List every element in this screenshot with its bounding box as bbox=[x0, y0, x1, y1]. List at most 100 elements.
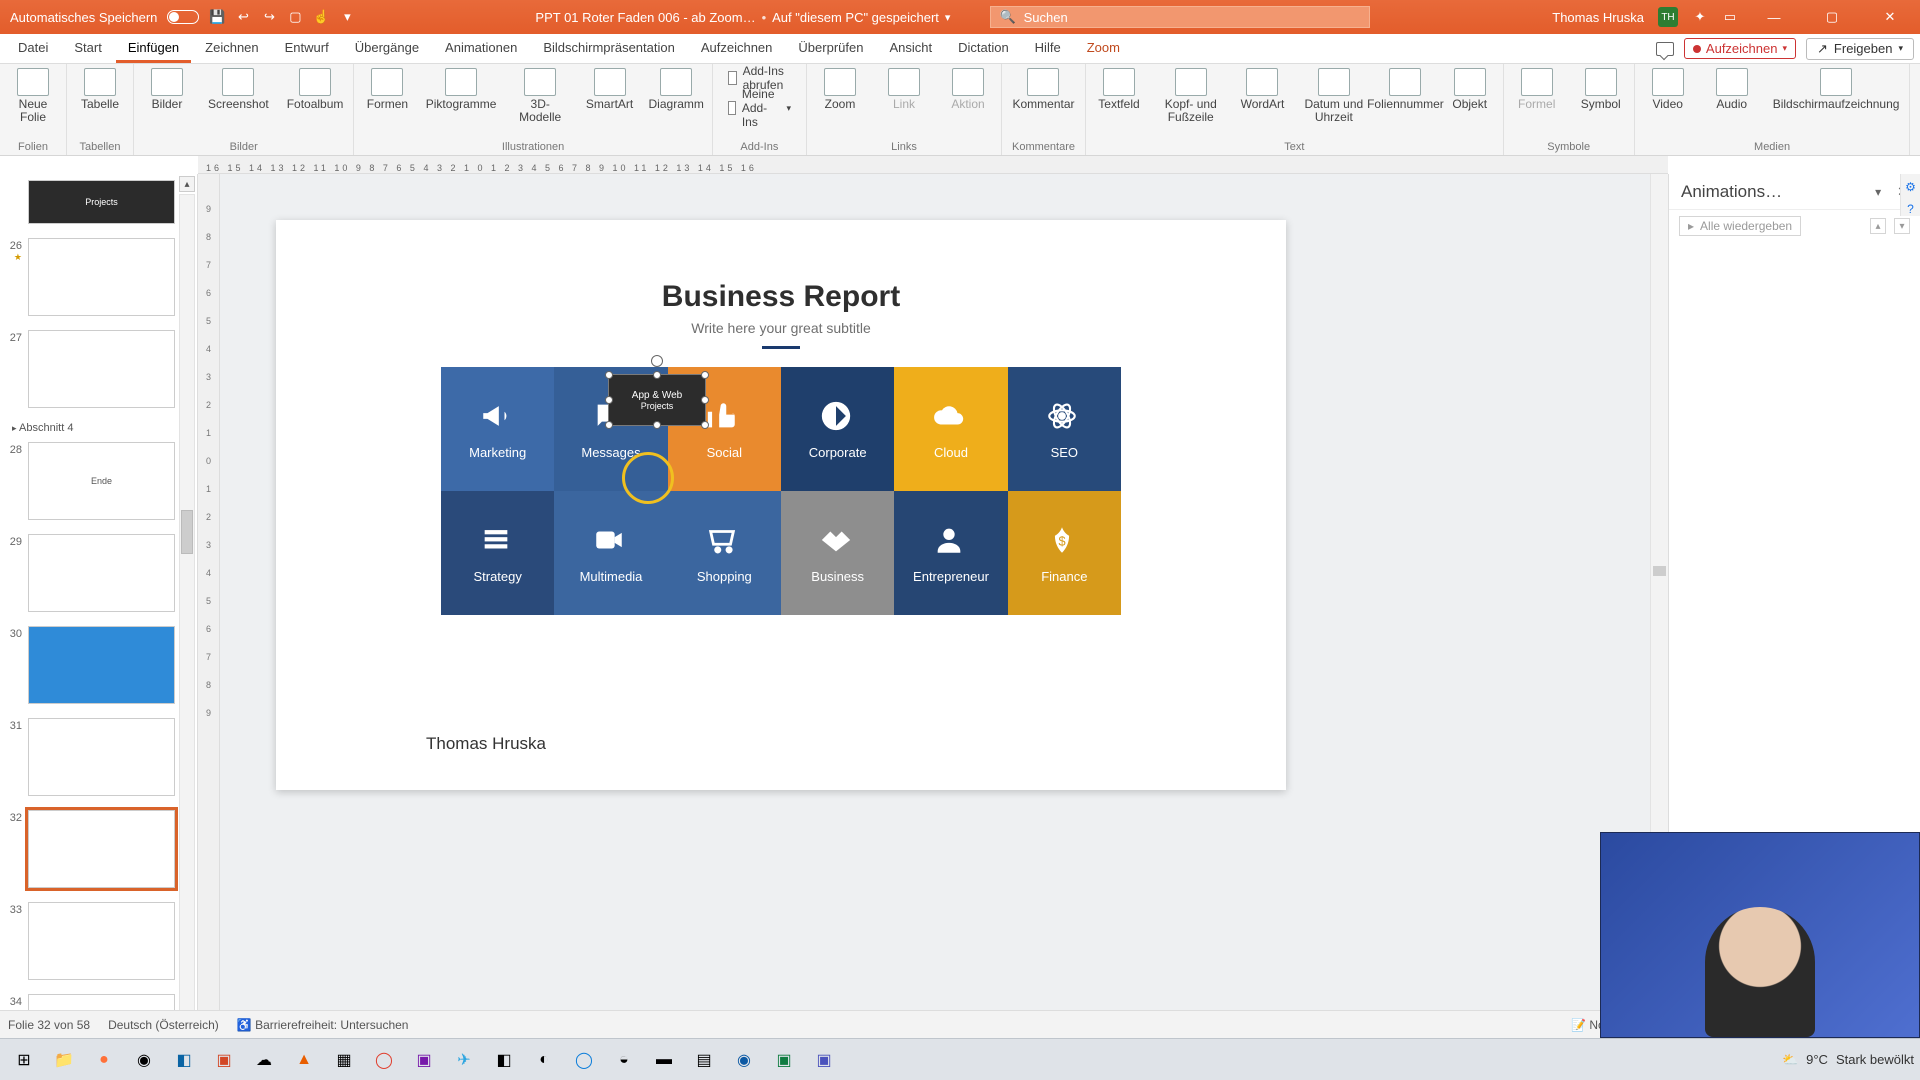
tile[interactable]: SEO bbox=[1008, 367, 1121, 491]
slide-thumbnail[interactable]: Ende bbox=[28, 442, 175, 520]
ribbon-item[interactable]: Kommentar bbox=[1012, 68, 1074, 111]
record-button[interactable]: Aufzeichnen▾ bbox=[1684, 38, 1796, 59]
maximize-button[interactable]: ▢ bbox=[1810, 0, 1854, 34]
weather-text[interactable]: Stark bewölkt bbox=[1836, 1052, 1914, 1067]
task-vlc-icon[interactable]: ▲ bbox=[286, 1044, 322, 1076]
slide-thumbnail[interactable]: Projects bbox=[28, 180, 175, 224]
tab-zeichnen[interactable]: Zeichnen bbox=[193, 35, 270, 63]
slide-thumbnail[interactable] bbox=[28, 626, 175, 704]
slide-thumbnail[interactable] bbox=[28, 534, 175, 612]
comments-icon[interactable] bbox=[1656, 42, 1674, 56]
slide-title[interactable]: Business Report bbox=[276, 280, 1286, 314]
task-onenote-icon[interactable]: ▣ bbox=[406, 1044, 442, 1076]
redo-icon[interactable]: ↪ bbox=[261, 9, 277, 25]
section-header[interactable]: Abschnitt 4 bbox=[12, 422, 175, 434]
tile[interactable]: $Finance bbox=[1008, 491, 1121, 615]
tile[interactable]: Strategy bbox=[441, 491, 554, 615]
ribbon-item[interactable]: Kopf- und Fußzeile bbox=[1160, 68, 1222, 124]
status-language[interactable]: Deutsch (Österreich) bbox=[108, 1018, 219, 1032]
user-name[interactable]: Thomas Hruska bbox=[1552, 10, 1644, 25]
ribbon-item[interactable]: Bilder bbox=[144, 68, 190, 111]
slide-canvas[interactable]: Business Report Write here your great su… bbox=[220, 174, 1668, 1046]
task-app8-icon[interactable]: ▤ bbox=[686, 1044, 722, 1076]
tab-dictation[interactable]: Dictation bbox=[946, 35, 1021, 63]
task-chrome-icon[interactable]: ◉ bbox=[126, 1044, 162, 1076]
status-slide-count[interactable]: Folie 32 von 58 bbox=[8, 1018, 90, 1032]
ribbon-item[interactable]: Screenshot bbox=[208, 68, 269, 111]
ribbon-item[interactable]: Objekt bbox=[1447, 68, 1493, 111]
rotate-handle-icon[interactable] bbox=[651, 355, 663, 367]
resize-handle-nw[interactable] bbox=[605, 371, 613, 379]
document-title[interactable]: PPT 01 Roter Faden 006 - ab Zoom… bbox=[535, 10, 755, 25]
ribbon-item[interactable]: Textfeld bbox=[1096, 68, 1142, 111]
tile[interactable]: Corporate bbox=[781, 367, 894, 491]
task-obs-icon[interactable]: ◐ bbox=[526, 1044, 562, 1076]
task-outlook-icon[interactable]: ◧ bbox=[166, 1044, 202, 1076]
tab-zoom[interactable]: Zoom bbox=[1075, 35, 1132, 63]
tab-einfuegen[interactable]: Einfügen bbox=[116, 35, 191, 63]
resize-handle-w[interactable] bbox=[605, 396, 613, 404]
resize-handle-ne[interactable] bbox=[701, 371, 709, 379]
tab-entwurf[interactable]: Entwurf bbox=[273, 35, 341, 63]
coming-soon-icon[interactable]: ✦ bbox=[1692, 9, 1708, 25]
tab-start[interactable]: Start bbox=[62, 35, 113, 63]
task-app3-icon[interactable]: ◯ bbox=[366, 1044, 402, 1076]
tab-ansicht[interactable]: Ansicht bbox=[877, 35, 944, 63]
play-all-button[interactable]: ▸Alle wiedergeben bbox=[1679, 216, 1801, 236]
tile[interactable]: Cloud bbox=[894, 367, 1007, 491]
task-app6-icon[interactable]: ◒ bbox=[606, 1044, 642, 1076]
ribbon-item[interactable]: Diagramm bbox=[651, 68, 702, 111]
task-app4-icon[interactable]: ◧ bbox=[486, 1044, 522, 1076]
move-down-button[interactable]: ▾ bbox=[1894, 218, 1910, 234]
slide-author[interactable]: Thomas Hruska bbox=[426, 734, 546, 754]
close-button[interactable]: ✕ bbox=[1868, 0, 1912, 34]
tab-datei[interactable]: Datei bbox=[6, 35, 60, 63]
tile[interactable]: Shopping bbox=[668, 491, 781, 615]
weather-icon[interactable]: ⛅ bbox=[1782, 1052, 1798, 1068]
tab-animationen[interactable]: Animationen bbox=[433, 35, 529, 63]
canvas-scroll-handle[interactable] bbox=[1653, 566, 1666, 576]
task-firefox-icon[interactable]: ● bbox=[86, 1044, 122, 1076]
selected-object[interactable]: App & Web Projects bbox=[608, 374, 706, 426]
slide-thumbnail[interactable] bbox=[28, 330, 175, 408]
search-box[interactable]: 🔍 Suchen bbox=[990, 6, 1370, 28]
tile[interactable]: Marketing bbox=[441, 367, 554, 491]
slide-thumbnail[interactable] bbox=[28, 810, 175, 888]
task-edge-icon[interactable]: ◉ bbox=[726, 1044, 762, 1076]
ribbon-item[interactable]: WordArt bbox=[1239, 68, 1285, 111]
pane-chevron-icon[interactable]: ▾ bbox=[1875, 185, 1881, 199]
ribbon-item[interactable]: Formen bbox=[364, 68, 410, 111]
task-excel-icon[interactable]: ▣ bbox=[766, 1044, 802, 1076]
ribbon-item[interactable]: Audio bbox=[1709, 68, 1755, 111]
ribbon-item[interactable]: Add-Ins abrufen bbox=[723, 68, 796, 88]
tab-bildschirmpraesentation[interactable]: Bildschirmpräsentation bbox=[531, 35, 687, 63]
tab-ueberpruefen[interactable]: Überprüfen bbox=[786, 35, 875, 63]
ribbon-item[interactable]: 3D-Modelle bbox=[512, 68, 569, 124]
share-button[interactable]: ↗Freigeben▾ bbox=[1806, 38, 1914, 60]
ribbon-item[interactable]: Bildschirmaufzeichnung bbox=[1773, 68, 1900, 111]
ribbon-item[interactable]: Tabelle bbox=[77, 68, 123, 111]
ribbon-item[interactable]: Datum und Uhrzeit bbox=[1303, 68, 1364, 124]
qat-more-icon[interactable]: ▾ bbox=[339, 9, 355, 25]
slide-thumbnail[interactable] bbox=[28, 238, 175, 316]
resize-handle-n[interactable] bbox=[653, 371, 661, 379]
resize-handle-e[interactable] bbox=[701, 396, 709, 404]
slide-subtitle[interactable]: Write here your great subtitle bbox=[276, 320, 1286, 336]
ribbon-item[interactable]: SmartArt bbox=[587, 68, 633, 111]
tile[interactable]: Business bbox=[781, 491, 894, 615]
ribbon-item[interactable]: Fotoalbum bbox=[287, 68, 344, 111]
task-powerpoint-icon[interactable]: ▣ bbox=[206, 1044, 242, 1076]
ribbon-item[interactable]: Piktogramme bbox=[428, 68, 493, 111]
touch-mode-icon[interactable]: ☝ bbox=[313, 9, 329, 25]
save-icon[interactable]: 💾 bbox=[209, 9, 225, 25]
tab-aufzeichnen[interactable]: Aufzeichnen bbox=[689, 35, 785, 63]
ribbon-item[interactable]: Zoom bbox=[817, 68, 863, 111]
resize-handle-s[interactable] bbox=[653, 421, 661, 429]
tab-uebergaenge[interactable]: Übergänge bbox=[343, 35, 431, 63]
status-accessibility[interactable]: ♿ Barrierefreiheit: Untersuchen bbox=[237, 1018, 409, 1032]
resize-handle-se[interactable] bbox=[701, 421, 709, 429]
title-chevron-icon[interactable]: ▾ bbox=[945, 11, 951, 24]
tab-hilfe[interactable]: Hilfe bbox=[1023, 35, 1073, 63]
task-explorer-icon[interactable]: 📁 bbox=[46, 1044, 82, 1076]
ribbon-item[interactable]: Meine Add-Ins▾ bbox=[723, 98, 796, 118]
